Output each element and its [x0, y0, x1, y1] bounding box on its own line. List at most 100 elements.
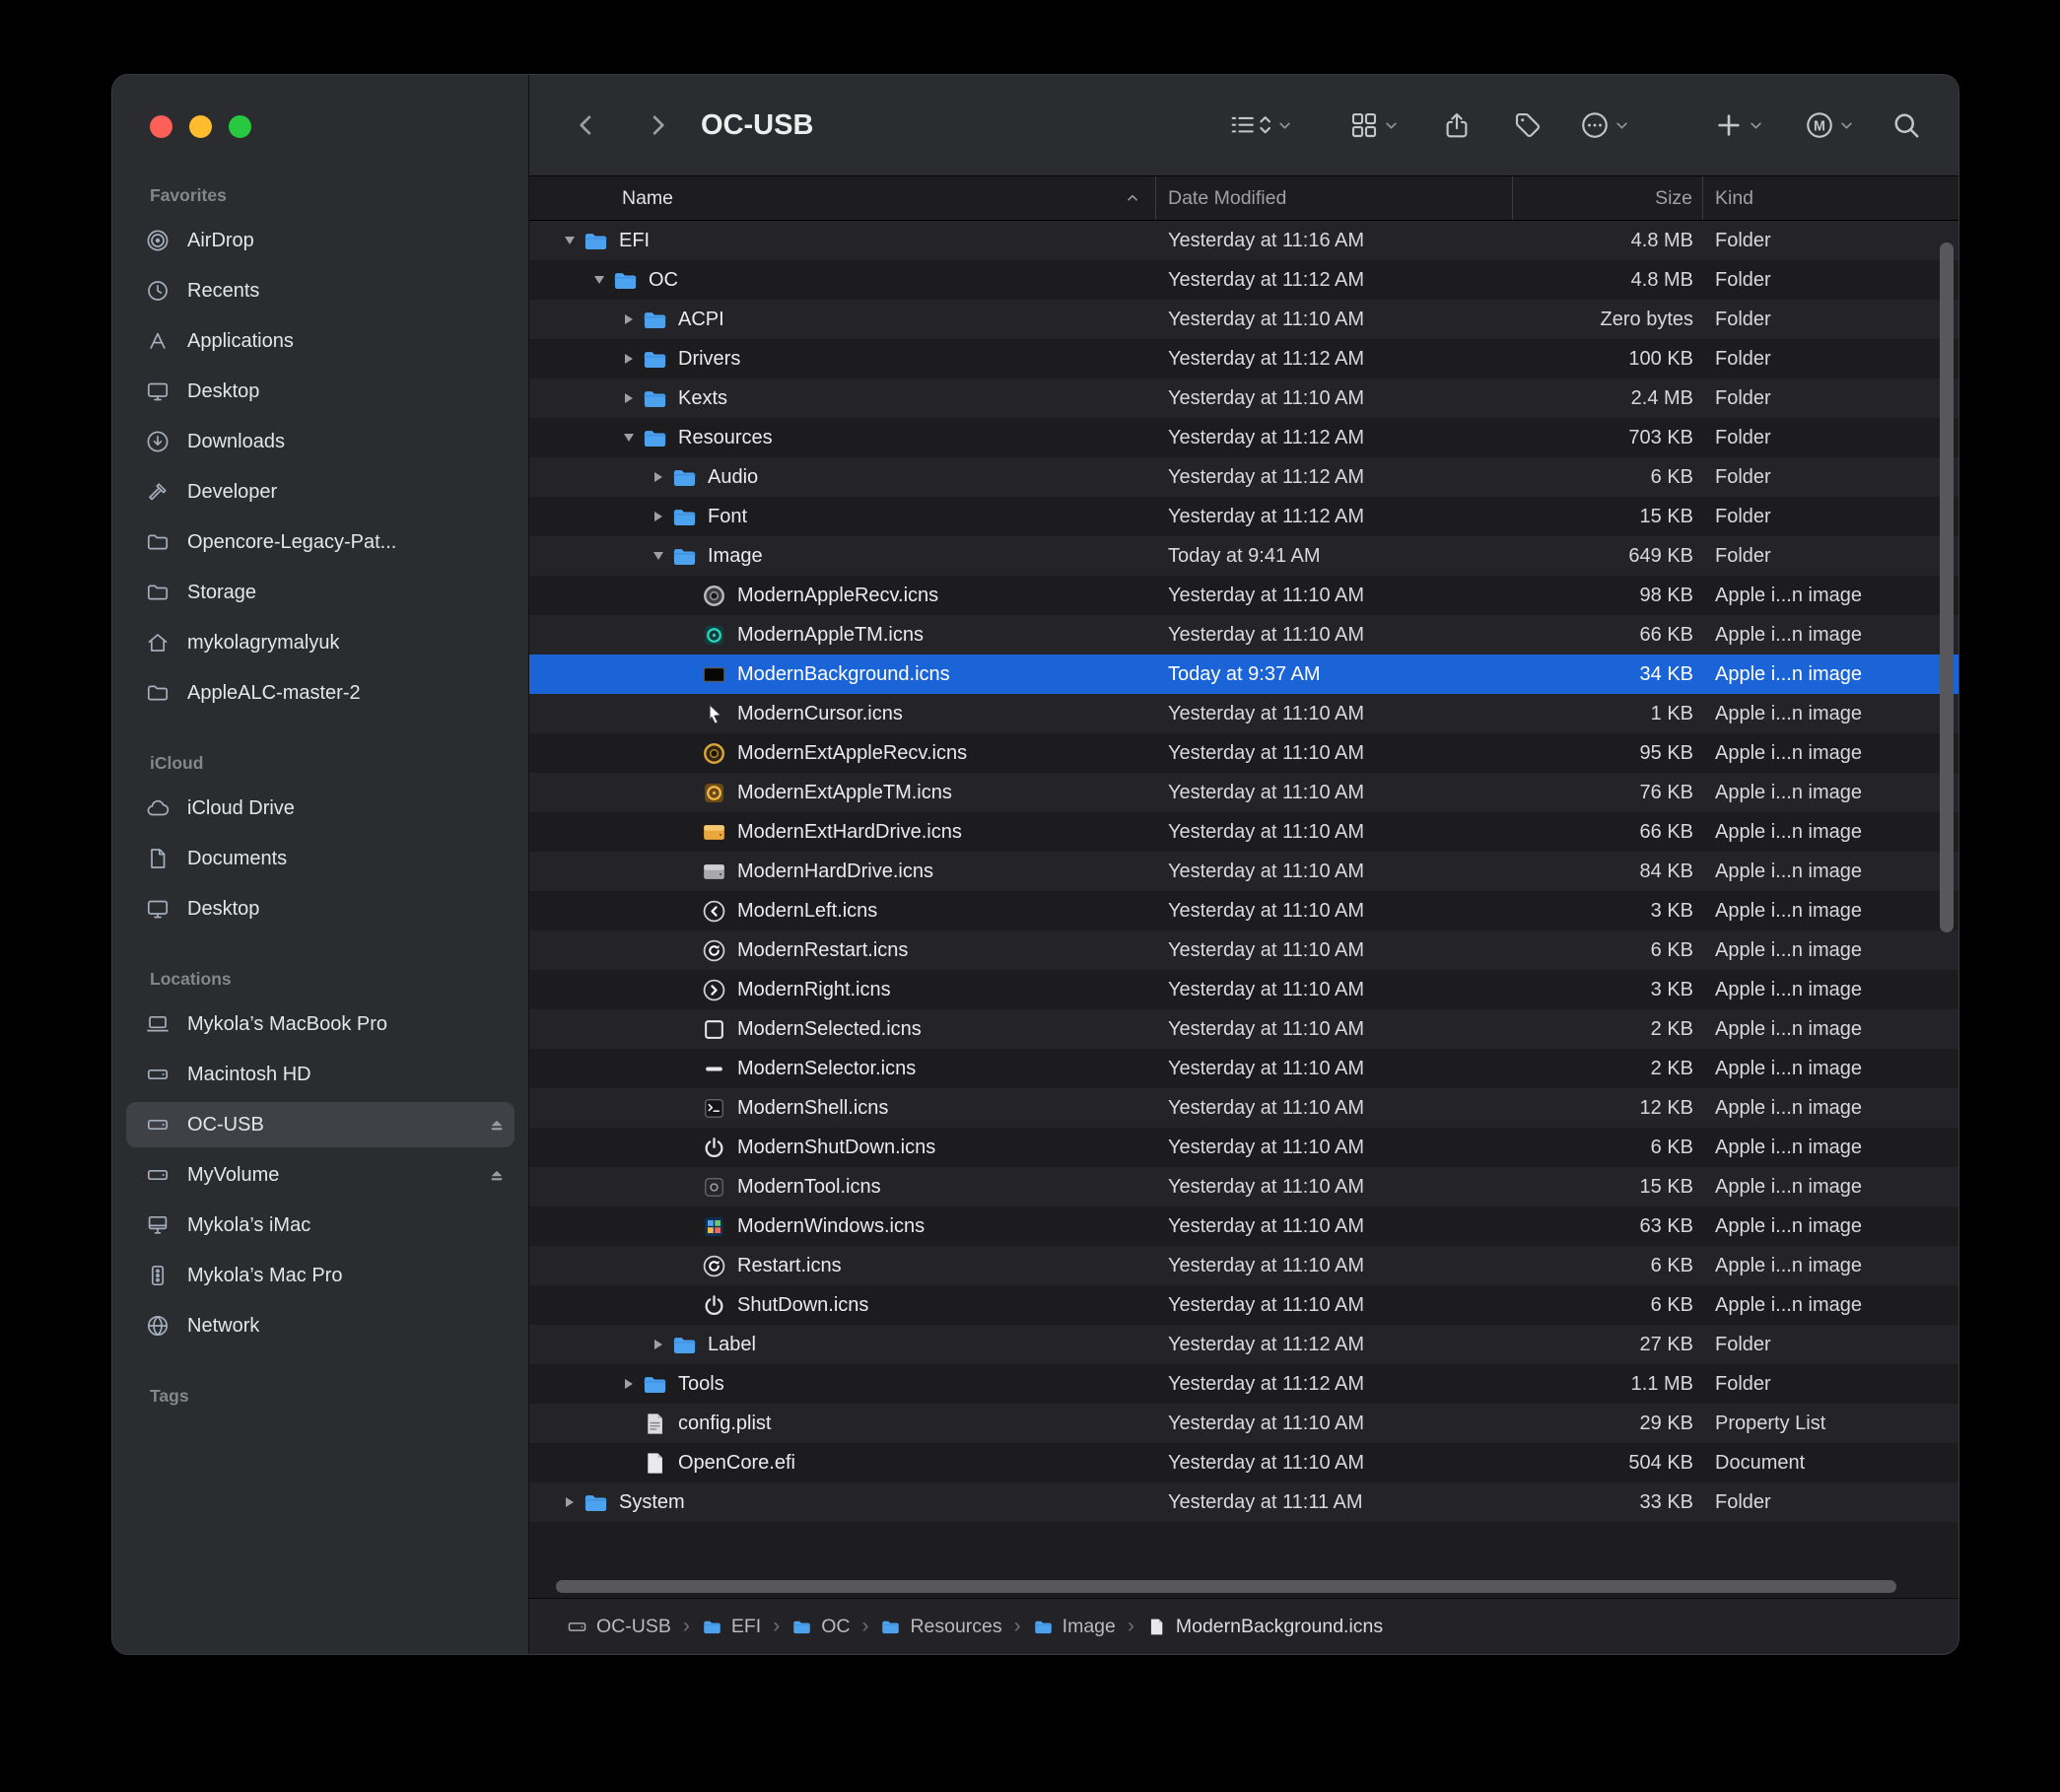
back-button[interactable]	[573, 111, 600, 139]
cell-date-modified: Yesterday at 11:10 AM	[1156, 1255, 1513, 1277]
table-row[interactable]: ModernRestart.icns Yesterday at 11:10 AM…	[529, 930, 1958, 970]
sidebar-item-documents[interactable]: Documents	[126, 836, 515, 881]
tags-button[interactable]	[1513, 110, 1543, 140]
sidebar-section-locations: Locations Mykola’s MacBook Pro Macintosh…	[112, 961, 528, 1348]
table-row[interactable]: Resources Yesterday at 11:12 AM 703 KB F…	[529, 418, 1958, 457]
disclosure-triangle-closed-icon[interactable]	[616, 339, 642, 379]
sidebar-item-developer[interactable]: Developer	[126, 469, 515, 515]
disclosure-triangle-closed-icon[interactable]	[616, 300, 642, 339]
disclosure-triangle-open-icon[interactable]	[586, 260, 612, 300]
table-row[interactable]: ShutDown.icns Yesterday at 11:10 AM 6 KB…	[529, 1285, 1958, 1325]
disclosure-triangle-closed-icon[interactable]	[646, 497, 671, 536]
column-header-name[interactable]: Name	[529, 176, 1156, 220]
share-button[interactable]	[1442, 110, 1472, 140]
table-row[interactable]: ModernWindows.icns Yesterday at 11:10 AM…	[529, 1206, 1958, 1246]
sidebar-item-applealc-master-2[interactable]: AppleALC-master-2	[126, 670, 515, 716]
table-row[interactable]: ModernHardDrive.icns Yesterday at 11:10 …	[529, 852, 1958, 891]
table-row[interactable]: ModernRight.icns Yesterday at 11:10 AM 3…	[529, 970, 1958, 1009]
vertical-scrollbar[interactable]	[1940, 242, 1954, 932]
table-row[interactable]: ModernAppleTM.icns Yesterday at 11:10 AM…	[529, 615, 1958, 655]
table-row[interactable]: OC Yesterday at 11:12 AM 4.8 MB Folder	[529, 260, 1958, 300]
table-row[interactable]: OpenCore.efi Yesterday at 11:10 AM 504 K…	[529, 1443, 1958, 1482]
column-header-date[interactable]: Date Modified	[1156, 176, 1513, 220]
table-row[interactable]: ModernExtAppleTM.icns Yesterday at 11:10…	[529, 773, 1958, 812]
sidebar-item-desktop[interactable]: Desktop	[126, 886, 515, 931]
path-item-image[interactable]: Image	[1033, 1616, 1116, 1638]
sidebar-item-desktop[interactable]: Desktop	[126, 369, 515, 414]
table-row[interactable]: ModernSelector.icns Yesterday at 11:10 A…	[529, 1049, 1958, 1088]
sidebar-item-mykola-s-imac[interactable]: Mykola’s iMac	[126, 1203, 515, 1248]
path-item-modernbackground-icns[interactable]: ModernBackground.icns	[1146, 1616, 1383, 1638]
view-options-button[interactable]	[1229, 111, 1272, 139]
table-row[interactable]: Kexts Yesterday at 11:10 AM 2.4 MB Folde…	[529, 379, 1958, 418]
sidebar-item-recents[interactable]: Recents	[126, 268, 515, 313]
sidebar-item-icloud-drive[interactable]: iCloud Drive	[126, 786, 515, 831]
disclosure-triangle-closed-icon[interactable]	[646, 457, 671, 497]
table-row[interactable]: Tools Yesterday at 11:12 AM 1.1 MB Folde…	[529, 1364, 1958, 1404]
path-separator-icon: ›	[683, 1615, 690, 1638]
table-row[interactable]: Restart.icns Yesterday at 11:10 AM 6 KB …	[529, 1246, 1958, 1285]
sidebar-item-mykola-s-macbook-pro[interactable]: Mykola’s MacBook Pro	[126, 1001, 515, 1047]
sidebar-item-network[interactable]: Network	[126, 1303, 515, 1348]
table-row[interactable]: Image Today at 9:41 AM 649 KB Folder	[529, 536, 1958, 576]
table-row[interactable]: ModernAppleRecv.icns Yesterday at 11:10 …	[529, 576, 1958, 615]
table-row[interactable]: ModernTool.icns Yesterday at 11:10 AM 15…	[529, 1167, 1958, 1206]
path-item-resources[interactable]: Resources	[880, 1616, 1001, 1638]
path-item-oc[interactable]: OC	[791, 1616, 850, 1638]
close-button[interactable]	[150, 115, 172, 138]
table-row[interactable]: ModernBackground.icns Today at 9:37 AM 3…	[529, 655, 1958, 694]
sidebar-item-downloads[interactable]: Downloads	[126, 419, 515, 464]
sidebar-item-oc-usb[interactable]: OC-USB	[126, 1102, 515, 1147]
sidebar-item-myvolume[interactable]: MyVolume	[126, 1152, 515, 1198]
forward-button[interactable]	[644, 111, 671, 139]
disclosure-triangle-open-icon[interactable]	[557, 221, 583, 260]
table-row[interactable]: ModernExtHardDrive.icns Yesterday at 11:…	[529, 812, 1958, 852]
table-row[interactable]: Label Yesterday at 11:12 AM 27 KB Folder	[529, 1325, 1958, 1364]
sidebar-item-mykolagrymalyuk[interactable]: mykolagrymalyuk	[126, 620, 515, 665]
toolbar: OC-USB M	[529, 75, 1958, 176]
minimize-button[interactable]	[189, 115, 212, 138]
profile-button[interactable]: M	[1805, 110, 1834, 140]
eject-button[interactable]	[487, 1115, 507, 1135]
sidebar-item-applications[interactable]: Applications	[126, 318, 515, 364]
outlineSq-icon	[701, 1016, 727, 1043]
sidebar-item-storage[interactable]: Storage	[126, 570, 515, 615]
path-item-oc-usb[interactable]: OC-USB	[567, 1616, 671, 1638]
disclosure-triangle-open-icon[interactable]	[616, 418, 642, 457]
sidebar-item-opencore-legacy-pat[interactable]: Opencore-Legacy-Pat...	[126, 519, 515, 565]
table-row[interactable]: Drivers Yesterday at 11:12 AM 100 KB Fol…	[529, 339, 1958, 379]
sidebar-item-macintosh-hd[interactable]: Macintosh HD	[126, 1052, 515, 1097]
table-row[interactable]: ModernLeft.icns Yesterday at 11:10 AM 3 …	[529, 891, 1958, 930]
disclosure-triangle-closed-icon[interactable]	[616, 1364, 642, 1404]
table-row[interactable]: ModernShutDown.icns Yesterday at 11:10 A…	[529, 1128, 1958, 1167]
table-row[interactable]: System Yesterday at 11:11 AM 33 KB Folde…	[529, 1482, 1958, 1522]
table-row[interactable]: config.plist Yesterday at 11:10 AM 29 KB…	[529, 1404, 1958, 1443]
disclosure-triangle-open-icon[interactable]	[646, 536, 671, 576]
add-button[interactable]	[1714, 110, 1744, 140]
sidebar-item-mykola-s-mac-pro[interactable]: Mykola’s Mac Pro	[126, 1253, 515, 1298]
table-row[interactable]: ModernCursor.icns Yesterday at 11:10 AM …	[529, 694, 1958, 733]
table-row[interactable]: ACPI Yesterday at 11:10 AM Zero bytes Fo…	[529, 300, 1958, 339]
column-header-size[interactable]: Size	[1513, 176, 1703, 220]
circRestart-icon	[701, 937, 727, 964]
path-item-efi[interactable]: EFI	[702, 1616, 761, 1638]
column-header-kind[interactable]: Kind	[1703, 176, 1958, 220]
table-row[interactable]: ModernSelected.icns Yesterday at 11:10 A…	[529, 1009, 1958, 1049]
horizontal-scrollbar[interactable]	[556, 1580, 1896, 1593]
table-row[interactable]: ModernExtAppleRecv.icns Yesterday at 11:…	[529, 733, 1958, 773]
table-row[interactable]: Font Yesterday at 11:12 AM 15 KB Folder	[529, 497, 1958, 536]
group-button[interactable]	[1349, 110, 1379, 140]
zoom-button[interactable]	[229, 115, 251, 138]
download-icon	[146, 430, 170, 453]
disclosure-triangle-closed-icon[interactable]	[646, 1325, 671, 1364]
search-button[interactable]	[1891, 110, 1921, 140]
sidebar-item-airdrop[interactable]: AirDrop	[126, 218, 515, 263]
eject-button[interactable]	[487, 1165, 507, 1185]
hd-icon	[146, 1063, 170, 1086]
more-options-button[interactable]	[1580, 110, 1610, 140]
table-row[interactable]: Audio Yesterday at 11:12 AM 6 KB Folder	[529, 457, 1958, 497]
table-row[interactable]: EFI Yesterday at 11:16 AM 4.8 MB Folder	[529, 221, 1958, 260]
disclosure-triangle-closed-icon[interactable]	[557, 1482, 583, 1522]
disclosure-triangle-closed-icon[interactable]	[616, 379, 642, 418]
table-row[interactable]: ModernShell.icns Yesterday at 11:10 AM 1…	[529, 1088, 1958, 1128]
